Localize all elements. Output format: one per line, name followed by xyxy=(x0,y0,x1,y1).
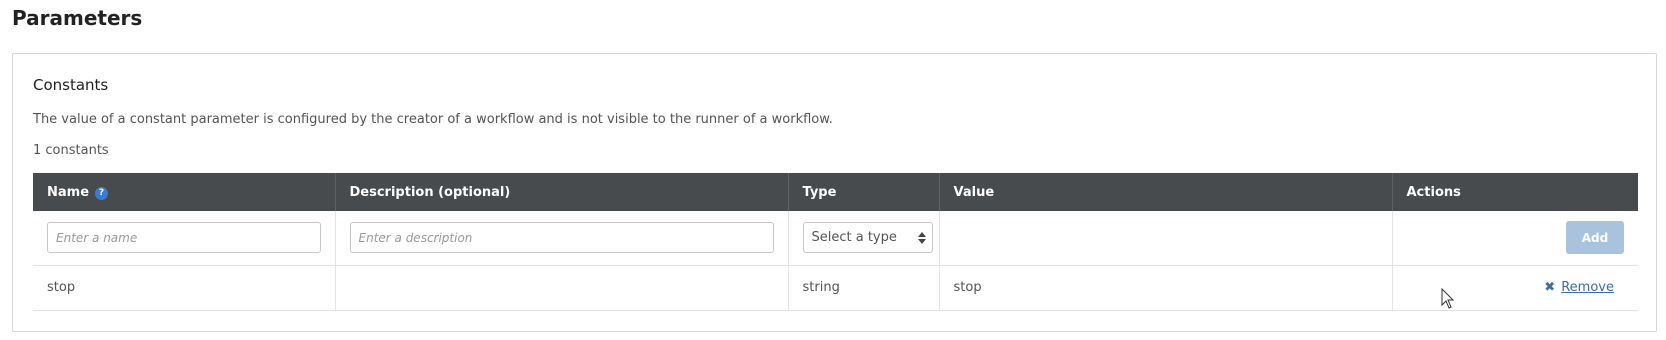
column-header-label: Name xyxy=(47,184,90,200)
sort-arrows-icon xyxy=(917,232,926,245)
section-title: Constants xyxy=(33,76,109,94)
type-select[interactable]: Select a type xyxy=(802,222,933,254)
name-cell xyxy=(33,211,336,266)
section-description: The value of a constant parameter is con… xyxy=(33,112,833,127)
x-icon: ✖ xyxy=(1544,280,1556,295)
table-row: stop string stop ✖ Remove xyxy=(33,265,1638,311)
actions-cell: Add xyxy=(1392,211,1638,266)
type-cell: Select a type xyxy=(788,211,940,266)
constant-name: stop xyxy=(33,265,336,311)
constants-table: Name? Description (optional) Type Value … xyxy=(33,173,1638,311)
mouse-pointer-icon xyxy=(1441,288,1455,309)
table-header-row: Name? Description (optional) Type Value … xyxy=(33,173,1638,211)
constant-description xyxy=(335,265,789,311)
column-header-value: Value xyxy=(939,173,1393,211)
column-header-description: Description (optional) xyxy=(335,173,789,211)
new-constant-row: Select a type Add xyxy=(33,211,1638,266)
value-cell xyxy=(939,211,1393,266)
name-input[interactable] xyxy=(47,222,321,254)
add-button[interactable]: Add xyxy=(1566,221,1624,255)
description-input[interactable] xyxy=(349,222,774,254)
column-header-name: Name? xyxy=(33,173,336,211)
remove-link[interactable]: ✖ Remove xyxy=(1544,280,1614,295)
constant-value: stop xyxy=(939,265,1393,311)
constants-count: 1 constants xyxy=(33,143,109,158)
remove-label: Remove xyxy=(1561,280,1614,295)
constant-type: string xyxy=(788,265,940,311)
description-cell xyxy=(335,211,789,266)
type-select-value: Select a type xyxy=(811,230,897,246)
column-header-actions: Actions xyxy=(1392,173,1638,211)
constants-panel: Constants The value of a constant parame… xyxy=(12,53,1657,332)
column-header-type: Type xyxy=(788,173,940,211)
question-circle-icon[interactable]: ? xyxy=(95,186,109,200)
constant-actions: ✖ Remove xyxy=(1392,265,1638,311)
page-title: Parameters xyxy=(12,6,143,30)
